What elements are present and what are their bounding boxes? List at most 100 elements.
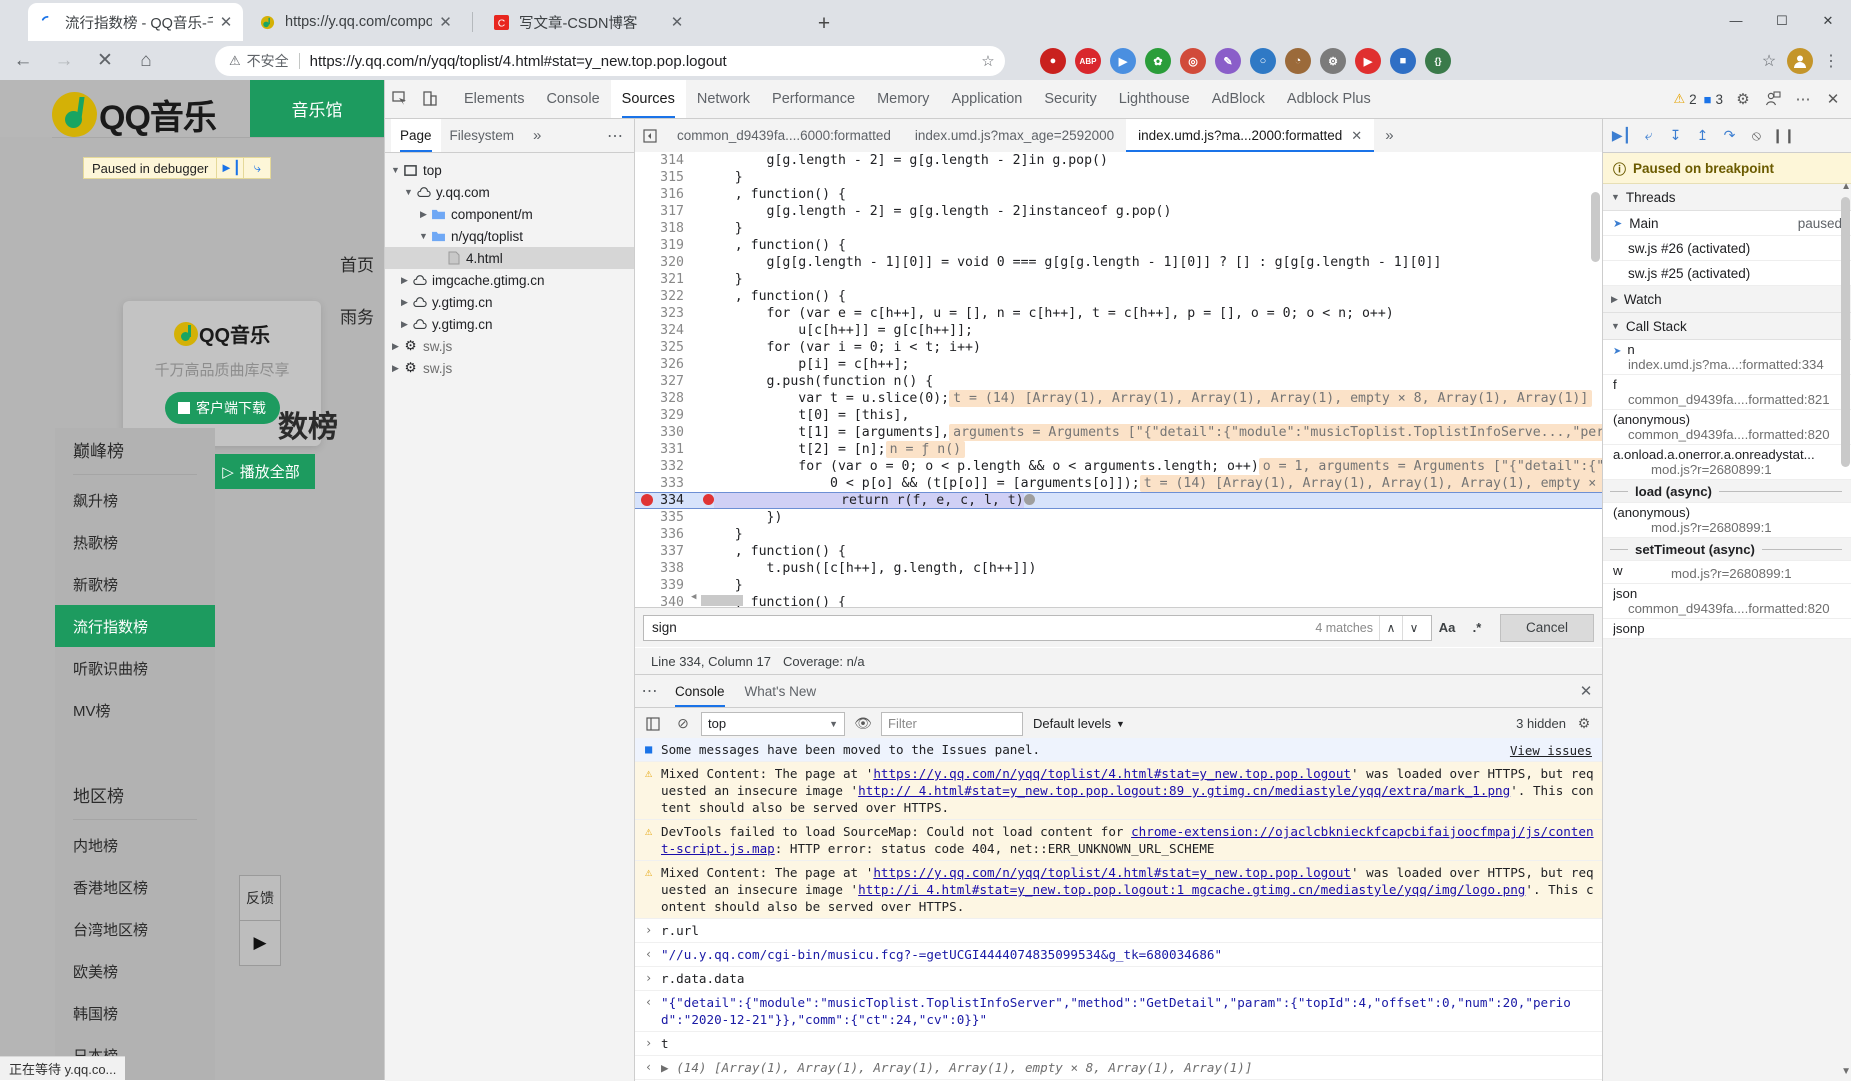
tree-item-toplist[interactable]: ▼ n/yqq/toplist [385, 225, 634, 247]
tab-adblock-plus[interactable]: Adblock Plus [1276, 80, 1382, 118]
tree-item-swjs-1[interactable]: ▶ ⚙ sw.js [385, 335, 634, 357]
close-window-button[interactable]: ✕ [1805, 0, 1851, 41]
tab-close-icon[interactable]: ✕ [661, 12, 687, 32]
list-item-western[interactable]: 欧美榜 [55, 950, 215, 992]
step-icon[interactable]: ↷ [1717, 123, 1742, 148]
client-download-button[interactable]: 客户端下载 [164, 392, 280, 424]
drawer-tab-whats-new[interactable]: What's New [735, 675, 827, 707]
call-stack-frame[interactable]: json common_d9439fa....formatted:820 [1603, 584, 1851, 619]
search-prev-icon[interactable]: ∧ [1379, 615, 1402, 640]
execution-context-select[interactable]: top ▼ [701, 711, 845, 736]
editor-tabs-overflow-icon[interactable]: » [1378, 127, 1400, 144]
regex-button[interactable]: .* [1462, 615, 1492, 641]
call-stack-frame[interactable]: f common_d9439fa....formatted:821 [1603, 375, 1851, 410]
collapse-sidebar-icon[interactable] [635, 119, 665, 152]
step-into-icon[interactable]: ↧ [1663, 123, 1688, 148]
console-result[interactable]: ▶ (14) [Array(1), Array(1), Array(1), Ar… [661, 1059, 1594, 1076]
list-item-mv[interactable]: MV榜 [55, 689, 215, 731]
breakpoint-marker-icon[interactable] [641, 494, 653, 506]
add-user-icon[interactable] [1760, 86, 1786, 112]
bookmark-list-icon[interactable]: ☆ [1755, 47, 1783, 75]
navigator-options-icon[interactable]: ⋯ [597, 126, 634, 146]
live-expression-icon[interactable]: 👁 [851, 712, 875, 736]
console-filter-input[interactable]: Filter [881, 711, 1023, 736]
forward-button[interactable]: → [46, 43, 82, 79]
eyedropper-extension-icon[interactable]: ✎ [1215, 48, 1241, 74]
pause-on-exceptions-icon[interactable]: ❙❙ [1771, 123, 1796, 148]
call-stack-frame[interactable]: (anonymous) common_d9439fa....formatted:… [1603, 410, 1851, 445]
log-levels-select[interactable]: Default levels ▼ [1029, 716, 1129, 731]
robot-extension-icon[interactable]: ⚙ [1320, 48, 1346, 74]
tab-lighthouse[interactable]: Lighthouse [1108, 80, 1201, 118]
console-link[interactable]: chrome-extension://ojaclcbknieckfcapcbif… [661, 824, 1594, 856]
browser-tab-2[interactable]: C 写文章-CSDN博客 ✕ [482, 3, 697, 41]
maximize-button[interactable]: ☐ [1759, 0, 1805, 41]
call-stack-frame[interactable]: (anonymous) mod.js?r=2680899:1 [1603, 503, 1851, 538]
editor-horizontal-scrollbar[interactable] [701, 595, 743, 606]
new-tab-button[interactable]: + [810, 10, 838, 38]
clear-console-icon[interactable]: ⊘ [671, 712, 695, 736]
tree-item-yqqcom[interactable]: ▼ y.qq.com [385, 181, 634, 203]
scroll-down-icon[interactable]: ▼ [1841, 1066, 1851, 1077]
chevron-down-icon[interactable]: ▼ [417, 231, 430, 241]
video-extension-icon[interactable]: ▶ [1110, 48, 1136, 74]
section-threads[interactable]: ▼ Threads [1603, 184, 1851, 211]
tab-adblock[interactable]: AdBlock [1201, 80, 1276, 118]
list-item-pop-index[interactable]: 流行指数榜 [55, 605, 215, 647]
chevron-right-icon[interactable]: ▶ [398, 319, 411, 330]
list-item-new[interactable]: 新歌榜 [55, 563, 215, 605]
line-number[interactable]: 334 [635, 492, 693, 509]
editor-tab-indexumd-formatted[interactable]: index.umd.js?ma...2000:formatted ✕ [1126, 119, 1375, 152]
avatar[interactable] [1787, 48, 1813, 74]
qq-logo[interactable]: QQ音乐 [52, 90, 217, 139]
call-stack-frame[interactable]: w mod.js?r=2680899:1 [1603, 561, 1851, 584]
chevron-right-icon[interactable]: ▶ [398, 297, 411, 308]
section-watch[interactable]: ▶ Watch [1603, 286, 1851, 313]
chevron-right-icon[interactable]: ▶ [417, 209, 430, 220]
console-link[interactable]: http:// 4.html#stat=y_new.top.pop.logout… [858, 783, 1510, 798]
blue-extension-icon[interactable]: ■ [1390, 48, 1416, 74]
tree-item-swjs-2[interactable]: ▶ ⚙ sw.js [385, 357, 634, 379]
expand-array-icon[interactable]: ▶ [661, 1060, 669, 1075]
paren-extension-icon[interactable]: {} [1425, 48, 1451, 74]
call-stack-frame[interactable]: jsonp [1603, 619, 1851, 639]
tab-performance[interactable]: Performance [761, 80, 866, 118]
resume-script-icon[interactable]: ▶┃ [1609, 123, 1634, 148]
console-settings-icon[interactable]: ⚙ [1572, 712, 1596, 736]
browser-tab-1[interactable]: https://y.qq.com/component/m/ ✕ [248, 3, 463, 41]
list-item-taiwan[interactable]: 台湾地区榜 [55, 908, 215, 950]
step-over-icon[interactable]: ⤷ [243, 158, 270, 178]
abp-extension-icon[interactable]: ABP [1075, 48, 1101, 74]
chevron-right-icon[interactable]: ▶ [389, 341, 402, 352]
editor-tab-common[interactable]: common_d9439fa....6000:formatted [665, 119, 903, 152]
editor-tab-indexumd[interactable]: index.umd.js?max_age=2592000 [903, 119, 1126, 152]
search-field[interactable]: 4 matches ∧ ∨ [643, 614, 1432, 641]
tab-close-icon[interactable]: ✕ [213, 12, 233, 32]
console-link[interactable]: http://i 4.html#stat=y_new.top.pop.logou… [858, 882, 1525, 897]
tab-memory[interactable]: Memory [866, 80, 940, 118]
list-item-soaring[interactable]: 飙升榜 [55, 479, 215, 521]
thread-sw25[interactable]: sw.js #25 (activated) [1603, 261, 1851, 286]
call-stack-frame[interactable]: a.onload.a.onerror.a.onreadystat... mod.… [1603, 445, 1851, 480]
list-item-region[interactable]: 地区榜 [55, 773, 215, 815]
nav-item-secondary[interactable]: 雨务 [340, 303, 374, 328]
step-over-icon[interactable]: ⤶ [1636, 123, 1661, 148]
navigator-more-icon[interactable]: » [527, 127, 547, 144]
debugger-scrollbar[interactable] [1841, 197, 1850, 467]
drawer-options-icon[interactable]: ⋯ [635, 675, 665, 707]
view-issues-link[interactable]: View issues [1510, 742, 1592, 759]
editor-vertical-scrollbar[interactable] [1591, 192, 1600, 262]
close-icon[interactable]: ✕ [1351, 128, 1362, 144]
play-all-button[interactable]: ▷ 播放全部 [207, 454, 315, 489]
tab-console[interactable]: Console [535, 80, 610, 118]
console-link[interactable]: https://y.qq.com/n/yqq/toplist/4.html#st… [873, 865, 1351, 880]
scroll-left-icon[interactable]: ◀ [691, 589, 696, 606]
chevron-down-icon[interactable]: ▼ [402, 187, 415, 197]
list-item-recognize[interactable]: 听歌识曲榜 [55, 647, 215, 689]
target-extension-icon[interactable]: ◎ [1180, 48, 1206, 74]
globe-extension-icon[interactable]: ○ [1250, 48, 1276, 74]
console-link[interactable]: https://y.qq.com/n/yqq/toplist/4.html#st… [873, 766, 1351, 781]
message-badge[interactable]: ■ 3 [1704, 92, 1723, 107]
feedback-button[interactable]: 反馈 [239, 875, 281, 921]
cancel-search-button[interactable]: Cancel [1500, 613, 1594, 642]
